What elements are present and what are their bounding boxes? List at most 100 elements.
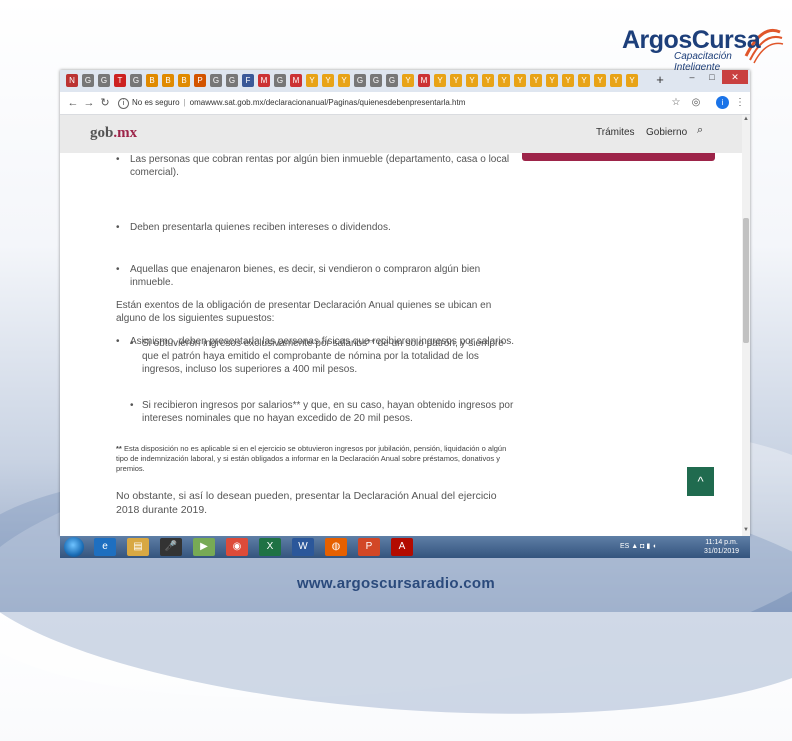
menu-icon[interactable]: ⋮ — [734, 97, 746, 109]
browser-tab[interactable]: G — [226, 74, 238, 87]
list-item: Las personas que cobran rentas por algún… — [116, 153, 525, 179]
browser-tab[interactable]: G — [354, 74, 366, 87]
logo-tagline-1: Capacitación — [674, 51, 732, 62]
windows-taskbar: ES ▲ ◘ ▮ ◖ 11:14 p.m. 31/01/2019 e ▤ 🎤 ▶ ◉ X W… — [60, 536, 750, 558]
exempt-item: Si obtuvieron ingresos exclusivamente po… — [116, 337, 522, 376]
system-tray: ES ▲ ◘ ▮ ◖ — [620, 543, 657, 550]
scrollbar-thumb[interactable] — [743, 218, 749, 343]
back-icon[interactable]: ← — [66, 96, 80, 110]
browser-tab[interactable]: M — [418, 74, 430, 87]
browser-tab[interactable]: G — [210, 74, 222, 87]
browser-tab[interactable]: B — [146, 74, 158, 87]
logo-gob-text: gob — [90, 125, 114, 141]
browser-tab[interactable]: Y — [546, 74, 558, 87]
taskbar-app-chrome-icon[interactable]: ◉ — [226, 538, 248, 556]
sidebar-red-panel — [522, 153, 715, 161]
browser-tab[interactable]: G — [386, 74, 398, 87]
reload-icon[interactable]: ↻ — [98, 96, 112, 110]
taskbar-app-excel-icon[interactable]: X — [259, 538, 281, 556]
taskbar-app-firefox-icon[interactable]: ◍ — [325, 538, 347, 556]
browser-tab[interactable]: Y — [466, 74, 478, 87]
gob-mx-logo[interactable]: gob.mx — [90, 125, 137, 142]
logo-mx-text: .mx — [113, 125, 138, 141]
extension-icon[interactable]: ◎ — [690, 97, 702, 109]
scroll-down-icon[interactable]: ▼ — [742, 526, 750, 534]
browser-toolbar: ← → ↻ i No es seguro | omawww.sat.gob.mx/de… — [60, 92, 750, 115]
main-content: Las personas que cobran rentas por algún… — [116, 153, 514, 516]
site-header: gob.mx Trámites Gobierno ⌕ — [60, 115, 742, 153]
browser-tab[interactable]: Y — [450, 74, 462, 87]
page-scrollbar[interactable]: ▲ ▼ — [742, 115, 750, 536]
exempt-intro: Están exentos de la obligación de presen… — [116, 300, 492, 324]
browser-tab[interactable]: Y — [514, 74, 526, 87]
web-page: gob.mx Trámites Gobierno ⌕ Las personas … — [60, 115, 750, 536]
close-button[interactable]: ✕ — [722, 70, 748, 84]
scroll-up-icon[interactable]: ▲ — [742, 115, 750, 123]
browser-tab[interactable]: Y — [434, 74, 446, 87]
taskbar-app-explorer-icon[interactable]: ▤ — [127, 538, 149, 556]
argoscursa-logo: ArgosCursa Capacitación Inteligente — [622, 24, 784, 74]
exempt-item: Si recibieron ingresos por salarios** y … — [116, 399, 522, 425]
maximize-button[interactable]: □ — [702, 70, 722, 84]
browser-tab[interactable]: N — [66, 74, 78, 87]
logo-word-argos: Argos — [622, 26, 692, 54]
tab-strip: + – □ ✕ NGGTGBBBPGGFMGMYYYGGGYMYYYYYYYYY… — [60, 70, 750, 92]
browser-tab[interactable]: Y — [498, 74, 510, 87]
browser-tab[interactable]: G — [130, 74, 142, 87]
browser-tab[interactable]: G — [274, 74, 286, 87]
taskbar-app-powerpoint-icon[interactable]: P — [358, 538, 380, 556]
browser-tab[interactable]: Y — [338, 74, 350, 87]
url-text: omawww.sat.gob.mx/declaracionanual/Pagin… — [189, 98, 466, 107]
omnibox-separator: | — [183, 98, 186, 107]
logo-word-cursa: Cursa — [691, 26, 761, 54]
browser-tab[interactable]: Y — [530, 74, 542, 87]
browser-tab[interactable]: Y — [482, 74, 494, 87]
address-bar[interactable]: i No es seguro | omawww.sat.gob.mx/declarac… — [118, 95, 658, 111]
browser-tab[interactable]: Y — [562, 74, 574, 87]
taskbar-app-ie-icon[interactable]: e — [94, 538, 116, 556]
taskbar-app-media-icon[interactable]: ▶ — [193, 538, 215, 556]
browser-tab[interactable]: Y — [306, 74, 318, 87]
info-icon[interactable]: i — [118, 98, 129, 109]
browser-tab[interactable]: M — [258, 74, 270, 87]
footnote: ** Esta disposición no es aplicable si e… — [116, 444, 511, 474]
browser-tab[interactable]: Y — [322, 74, 334, 87]
browser-tab[interactable]: G — [98, 74, 110, 87]
language-indicator[interactable]: ES — [620, 543, 629, 550]
minimize-button[interactable]: – — [682, 70, 702, 84]
back-to-top-button[interactable]: ^ — [687, 467, 714, 496]
taskbar-app-acrobat-icon[interactable]: A — [391, 538, 413, 556]
list-item: Aquellas que enajenaron bienes, es decir… — [116, 263, 525, 289]
browser-tab[interactable]: M — [290, 74, 302, 87]
browser-tab[interactable]: B — [162, 74, 174, 87]
forward-icon[interactable]: → — [82, 96, 96, 110]
browser-window: + – □ ✕ NGGTGBBBPGGFMGMYYYGGGYMYYYYYYYYY… — [60, 70, 750, 536]
search-icon[interactable]: ⌕ — [697, 124, 703, 137]
browser-tab[interactable]: Y — [610, 74, 622, 87]
security-label: No es seguro — [132, 98, 180, 107]
taskbar-app-word-icon[interactable]: W — [292, 538, 314, 556]
clock-date: 31/01/2019 — [704, 548, 740, 555]
taskbar-app-mic-icon[interactable]: 🎤 — [160, 538, 182, 556]
list-item: Deben presentarla quienes reciben intere… — [116, 221, 525, 234]
nav-gobierno[interactable]: Gobierno — [646, 127, 687, 138]
browser-tab[interactable]: G — [82, 74, 94, 87]
footnote-mark: ** — [116, 444, 122, 453]
profile-avatar[interactable]: i — [716, 96, 729, 109]
browser-tab[interactable]: Y — [626, 74, 638, 87]
browser-tab[interactable]: G — [370, 74, 382, 87]
browser-tab[interactable]: F — [242, 74, 254, 87]
new-tab-button[interactable]: + — [653, 73, 667, 87]
browser-tab[interactable]: B — [178, 74, 190, 87]
browser-tab[interactable]: Y — [578, 74, 590, 87]
nav-tramites[interactable]: Trámites — [596, 127, 635, 138]
closing-paragraph: No obstante, si así lo desean pueden, pr… — [116, 490, 497, 516]
browser-tab[interactable]: T — [114, 74, 126, 87]
browser-tab[interactable]: Y — [594, 74, 606, 87]
system-clock[interactable]: 11:14 p.m. 31/01/2019 — [704, 538, 739, 556]
bookmark-star-icon[interactable]: ☆ — [670, 97, 682, 109]
footnote-text: Esta disposición no es aplicable si en e… — [116, 444, 507, 473]
browser-tab[interactable]: P — [194, 74, 206, 87]
start-button[interactable] — [64, 537, 84, 557]
browser-tab[interactable]: Y — [402, 74, 414, 87]
